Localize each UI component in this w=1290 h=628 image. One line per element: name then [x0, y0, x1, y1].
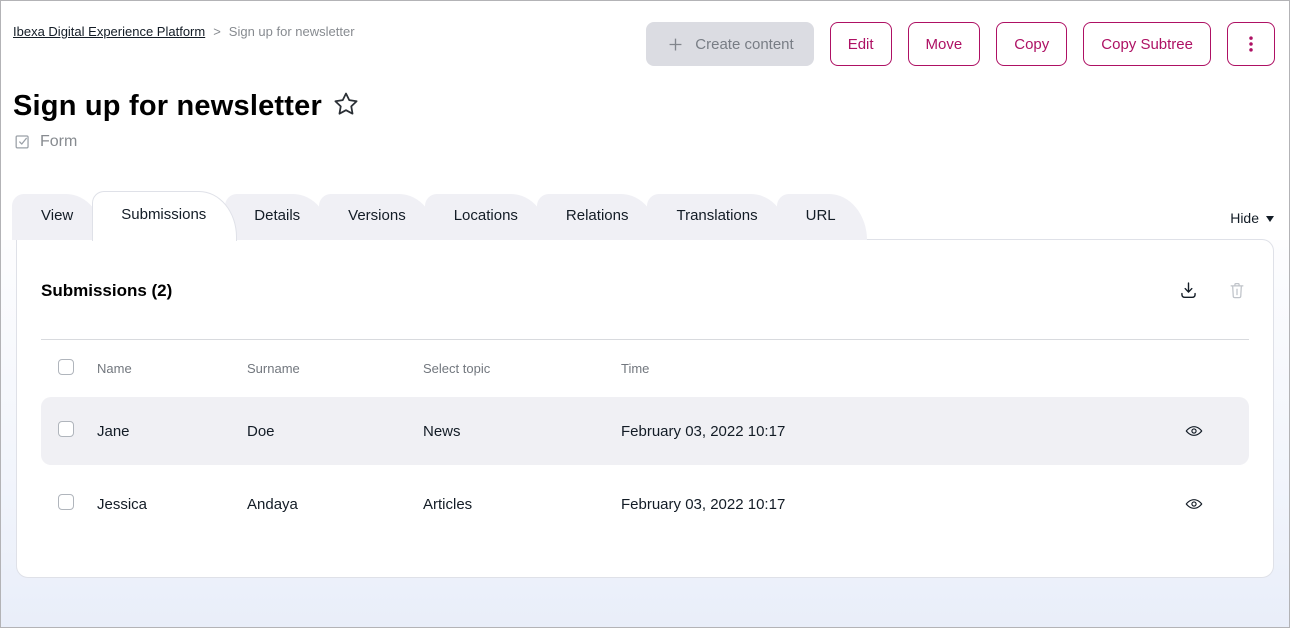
- copy-button[interactable]: Copy: [996, 22, 1067, 66]
- tab-locations[interactable]: Locations: [425, 194, 549, 240]
- tab-details[interactable]: Details: [225, 194, 331, 240]
- tab-view[interactable]: View: [12, 194, 104, 240]
- row-checkbox-cell: [41, 494, 97, 514]
- eye-icon: [1184, 494, 1204, 514]
- download-icon: [1178, 280, 1199, 301]
- tab-versions[interactable]: Versions: [319, 194, 437, 240]
- hide-label: Hide: [1230, 210, 1259, 226]
- submissions-panel: Submissions (2): [16, 239, 1274, 578]
- top-bar: Ibexa Digital Experience Platform > Sign…: [0, 0, 1290, 66]
- trash-icon: [1227, 280, 1247, 301]
- tab-label: Translations: [676, 207, 757, 224]
- delete-submissions-button[interactable]: [1227, 280, 1247, 301]
- table-row[interactable]: Jessica Andaya Articles February 03, 202…: [41, 470, 1249, 538]
- tab-label: Versions: [348, 207, 406, 224]
- create-content-button[interactable]: Create content: [646, 22, 813, 66]
- tab-row: View Submissions Details Versions Locati…: [0, 190, 1290, 240]
- row-checkbox-cell: [41, 421, 97, 441]
- column-header-name: Name: [97, 361, 247, 376]
- tab-translations[interactable]: Translations: [647, 194, 788, 240]
- tab-label: URL: [806, 207, 836, 224]
- submissions-tools: [1178, 280, 1247, 301]
- caret-down-icon: [1266, 216, 1274, 226]
- form-content-type-icon: [13, 132, 32, 151]
- download-submissions-button[interactable]: [1178, 280, 1199, 301]
- hide-tabs-toggle[interactable]: Hide: [1230, 210, 1274, 226]
- tab-label: Locations: [454, 207, 518, 224]
- breadcrumb-root-link[interactable]: Ibexa Digital Experience Platform: [13, 24, 205, 39]
- select-all-checkbox[interactable]: [58, 359, 74, 375]
- bookmark-star-icon[interactable]: [332, 90, 360, 118]
- title-row: Sign up for newsletter: [13, 90, 1290, 122]
- breadcrumb: Ibexa Digital Experience Platform > Sign…: [13, 24, 355, 39]
- page-title: Sign up for newsletter: [13, 90, 322, 122]
- row-checkbox[interactable]: [58, 494, 74, 510]
- tab-relations[interactable]: Relations: [537, 194, 660, 240]
- tab-label: Relations: [566, 207, 629, 224]
- tab-label: Details: [254, 207, 300, 224]
- cell-surname: Doe: [247, 423, 423, 440]
- content-type-label: Form: [40, 133, 77, 151]
- submissions-table: Name Surname Select topic Time Jane Doe …: [41, 339, 1249, 538]
- cell-name: Jessica: [97, 496, 247, 513]
- edit-button[interactable]: Edit: [830, 22, 892, 66]
- cell-time: February 03, 2022 10:17: [621, 496, 1139, 513]
- table-row[interactable]: Jane Doe News February 03, 2022 10:17: [41, 397, 1249, 465]
- submissions-header: Submissions (2): [17, 240, 1273, 301]
- breadcrumb-separator: >: [213, 24, 221, 39]
- eye-icon: [1184, 421, 1204, 441]
- row-checkbox[interactable]: [58, 421, 74, 437]
- action-buttons: Create content Edit Move Copy Copy Subtr…: [646, 22, 1275, 66]
- copy-subtree-button[interactable]: Copy Subtree: [1083, 22, 1211, 66]
- tab-label: Submissions: [121, 206, 206, 223]
- column-header-time: Time: [621, 361, 1139, 376]
- plus-icon: [666, 35, 685, 54]
- cell-select-topic: Articles: [423, 496, 621, 513]
- cell-time: February 03, 2022 10:17: [621, 423, 1139, 440]
- move-button[interactable]: Move: [908, 22, 981, 66]
- content-type-row: Form: [13, 132, 1290, 151]
- column-header-select-topic: Select topic: [423, 361, 621, 376]
- tab-url[interactable]: URL: [777, 194, 867, 240]
- view-submission-button[interactable]: [1184, 494, 1204, 514]
- table-body: Jane Doe News February 03, 2022 10:17 Je…: [41, 397, 1249, 538]
- header-checkbox-cell: [41, 359, 97, 378]
- cell-surname: Andaya: [247, 496, 423, 513]
- table-header-row: Name Surname Select topic Time: [41, 339, 1249, 397]
- breadcrumb-current: Sign up for newsletter: [229, 24, 355, 39]
- view-submission-button[interactable]: [1184, 421, 1204, 441]
- column-header-surname: Surname: [247, 361, 423, 376]
- submissions-heading: Submissions (2): [41, 281, 172, 301]
- tab-bar: View Submissions Details Versions Locati…: [12, 191, 855, 240]
- cell-select-topic: News: [423, 423, 621, 440]
- ibexa-content-view: Ibexa Digital Experience Platform > Sign…: [0, 0, 1290, 628]
- kebab-menu-icon: [1241, 33, 1261, 55]
- more-actions-button[interactable]: [1227, 22, 1275, 66]
- create-content-label: Create content: [695, 36, 793, 53]
- cell-name: Jane: [97, 423, 247, 440]
- tab-label: View: [41, 207, 73, 224]
- tab-submissions[interactable]: Submissions: [92, 191, 237, 241]
